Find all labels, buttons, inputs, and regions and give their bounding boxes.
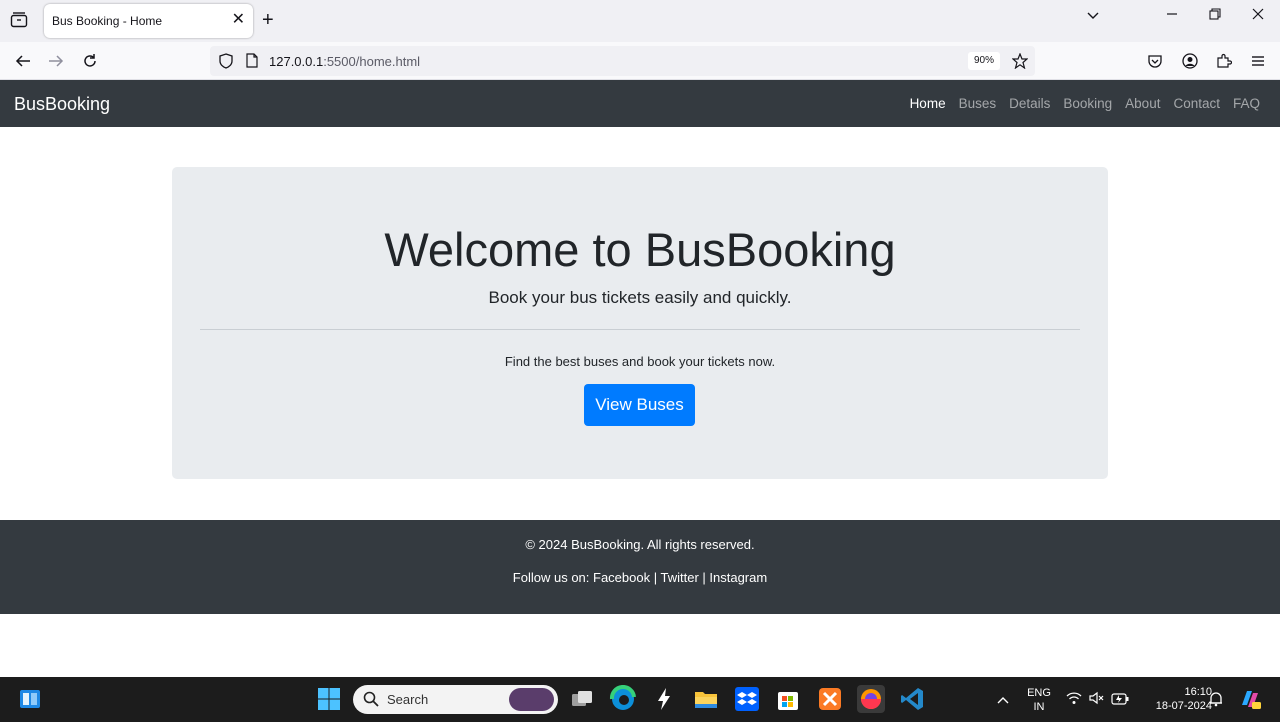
back-arrow-icon[interactable] [12, 50, 34, 72]
hero-title: Welcome to BusBooking [384, 223, 896, 276]
clock-date: 18-07-2024 [1155, 700, 1212, 712]
nav-link-home[interactable]: Home [910, 96, 946, 111]
footer-copyright: © 2024 BusBooking. All rights reserved. [525, 537, 755, 552]
url-host: 127.0.0.1 [269, 54, 324, 69]
widgets-icon[interactable] [16, 685, 44, 713]
hero-lead: Book your bus tickets easily and quickly… [488, 288, 792, 307]
browser-tab-strip: Bus Booking - Home ✕ + [0, 0, 1280, 42]
footer-link-instagram[interactable]: Instagram [709, 570, 767, 585]
tab-list-icon[interactable] [10, 12, 28, 33]
nav-link-faq[interactable]: FAQ [1233, 96, 1260, 111]
xampp-icon[interactable] [816, 685, 844, 713]
windows-start-icon[interactable] [315, 685, 343, 713]
forward-arrow-icon[interactable] [45, 50, 67, 72]
site-nav-links: Home Buses Details Booking About Contact… [910, 96, 1260, 111]
browser-tab[interactable]: Bus Booking - Home ✕ [44, 4, 253, 38]
site-brand[interactable]: BusBooking [14, 94, 110, 115]
notification-bell-icon[interactable] [1208, 691, 1224, 712]
lightning-app-icon[interactable] [650, 685, 678, 713]
footer-link-facebook[interactable]: Facebook [593, 570, 650, 585]
close-tab-icon[interactable]: ✕ [232, 11, 245, 29]
wifi-icon[interactable] [1066, 691, 1082, 710]
nav-link-about[interactable]: About [1125, 96, 1160, 111]
task-view-icon[interactable] [568, 685, 596, 713]
hero-divider [200, 329, 1080, 330]
vscode-icon[interactable] [898, 685, 926, 713]
tray-chevron-up-icon[interactable] [997, 692, 1009, 710]
volume-muted-icon[interactable] [1089, 691, 1105, 710]
clock[interactable]: 16:10 18-07-2024 [1140, 685, 1212, 713]
nav-link-details[interactable]: Details [1009, 96, 1050, 111]
browser-toolbar: 127.0.0.1:5500/home.html 90% [0, 42, 1280, 80]
account-icon[interactable] [1179, 50, 1201, 72]
language-region: IN [1033, 701, 1045, 713]
pocket-icon[interactable] [1144, 50, 1166, 72]
zoom-level-badge[interactable]: 90% [968, 52, 1001, 70]
nav-link-booking[interactable]: Booking [1063, 96, 1112, 111]
search-placeholder: Search [387, 692, 429, 707]
language-code: ENG [1027, 687, 1051, 699]
site-navbar: BusBooking Home Buses Details Booking Ab… [0, 80, 1280, 127]
site-footer: © 2024 BusBooking. All rights reserved. … [0, 520, 1280, 614]
nav-link-buses[interactable]: Buses [959, 96, 997, 111]
dropbox-icon[interactable] [733, 685, 761, 713]
language-indicator[interactable]: ENG IN [1024, 686, 1054, 714]
bookmark-star-icon[interactable] [1011, 52, 1029, 74]
battery-icon[interactable] [1111, 692, 1129, 710]
search-highlight-image [509, 688, 554, 711]
restore-icon[interactable] [1209, 6, 1221, 28]
close-window-icon[interactable] [1252, 6, 1264, 28]
shield-icon[interactable] [219, 53, 233, 74]
extensions-puzzle-icon[interactable] [1213, 50, 1235, 72]
edge-browser-icon[interactable] [609, 684, 637, 713]
hero-jumbotron: Welcome to BusBooking Book your bus tick… [172, 167, 1108, 479]
reload-icon[interactable] [79, 50, 101, 72]
taskbar-search[interactable]: Search [353, 685, 558, 714]
view-buses-button[interactable]: View Buses [584, 384, 695, 426]
clock-time: 16:10 [1184, 686, 1212, 698]
copilot-icon[interactable] [1238, 687, 1262, 716]
url-text[interactable]: 127.0.0.1:5500/home.html [269, 54, 420, 69]
url-path: :5500/home.html [323, 54, 421, 69]
footer-follow-label: Follow us on: [512, 570, 590, 585]
hero-text: Find the best buses and book your ticket… [504, 354, 776, 369]
taskbar: Search ENG IN 16:10 18-07-2024 [0, 677, 1280, 722]
page-info-icon[interactable] [246, 53, 258, 73]
microsoft-store-icon[interactable] [774, 685, 802, 713]
footer-link-twitter[interactable]: Twitter [660, 570, 698, 585]
nav-link-contact[interactable]: Contact [1173, 96, 1220, 111]
firefox-icon[interactable] [857, 685, 885, 713]
footer-follow: Follow us on: Facebook | Twitter | Insta… [512, 570, 768, 585]
new-tab-icon[interactable]: + [262, 9, 274, 31]
tab-title: Bus Booking - Home [52, 14, 163, 28]
file-explorer-icon[interactable] [692, 685, 720, 713]
address-bar[interactable]: 127.0.0.1:5500/home.html 90% [210, 46, 1035, 76]
tab-overflow-chevron-icon[interactable] [1086, 8, 1100, 30]
search-icon [363, 691, 379, 712]
menu-hamburger-icon[interactable] [1247, 50, 1269, 72]
minimize-icon[interactable] [1166, 6, 1178, 28]
